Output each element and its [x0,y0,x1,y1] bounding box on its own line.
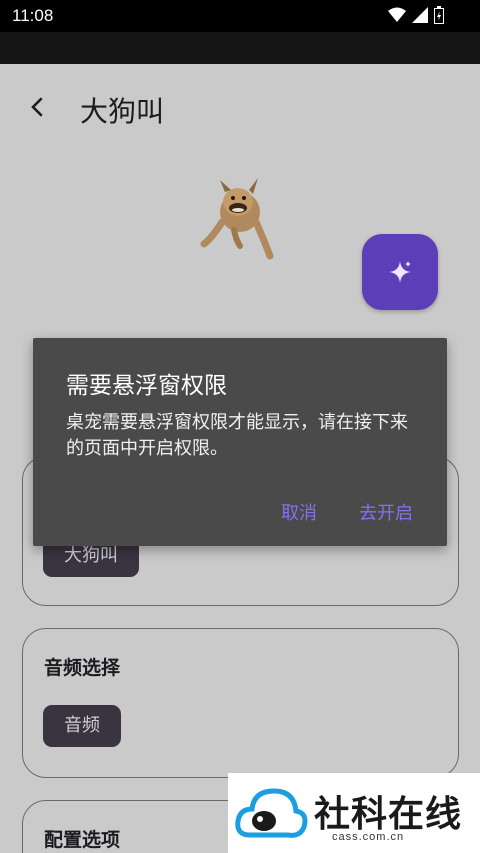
dog-pet-image [200,178,274,260]
dialog-message: 桌宠需要悬浮窗权限才能显示，请在接下来的页面中开启权限。 [66,412,408,459]
status-icons [388,6,444,24]
config-options-title: 配置选项 [44,829,121,851]
audio-select-title: 音频选择 [44,657,121,679]
signal-icon [412,7,428,23]
battery-icon [434,6,444,24]
watermark-url: cass.com.cn [332,831,405,843]
status-time: 11:08 [12,6,54,25]
cloud-eye-logo-icon [235,788,308,838]
permission-dialog: 需要悬浮窗权限 桌宠需要悬浮窗权限才能显示，请在接下来的页面中开启权限。 取消 … [33,338,447,546]
watermark-text: 社科在线 [314,793,463,835]
audio-chip[interactable]: 音频 [43,705,121,747]
sparkle-fab-button[interactable] [362,234,438,310]
open-permission-button[interactable]: 去开启 [359,499,413,525]
top-bar [0,32,480,64]
cancel-button[interactable]: 取消 [281,499,317,525]
watermark: 社科在线 cass.com.cn [228,773,480,853]
back-arrow-icon[interactable] [26,93,50,121]
page-title: 大狗叫 [80,95,165,128]
status-bar: 11:08 [0,0,480,32]
wifi-icon [388,7,406,22]
dialog-title: 需要悬浮窗权限 [66,373,227,399]
sparkle-icon [389,261,411,283]
audio-select-card: 音频选择 音频 [22,628,459,778]
